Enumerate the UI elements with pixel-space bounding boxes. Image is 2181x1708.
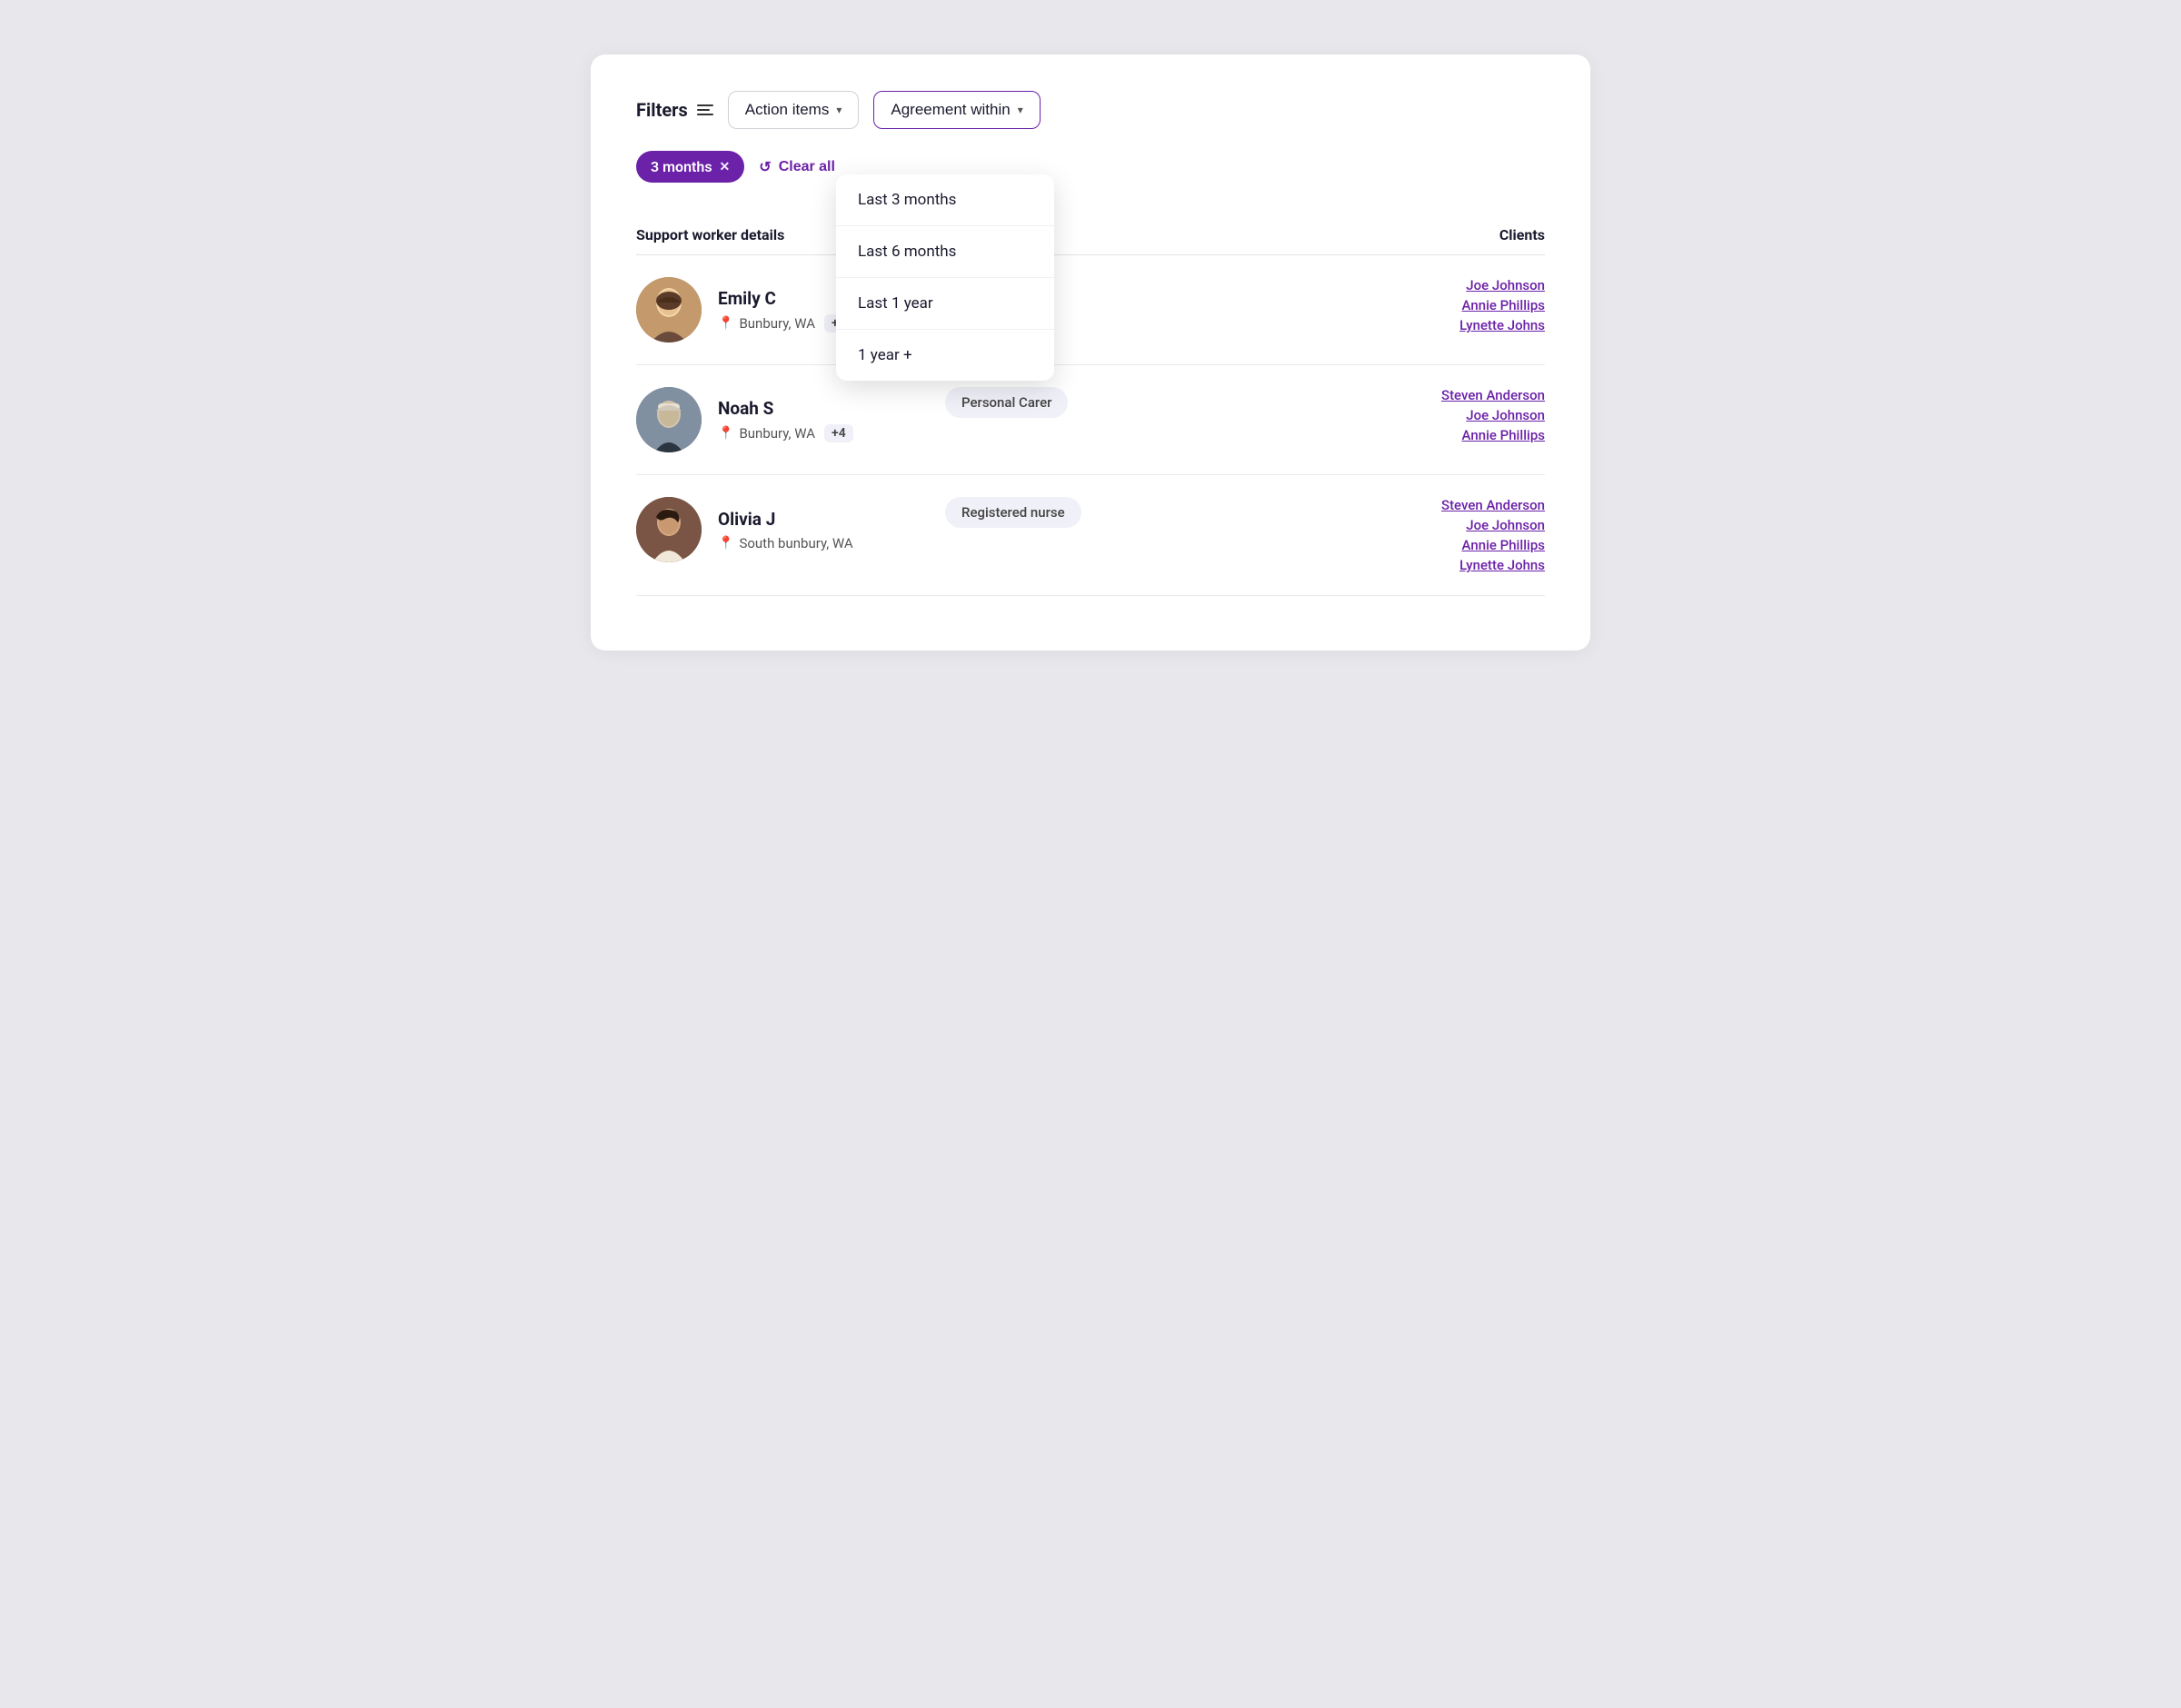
client-link[interactable]: Lynette Johns [1459, 317, 1545, 333]
role-col: Registered nurse [945, 497, 1345, 528]
action-items-label: Action items [745, 101, 830, 119]
worker-info: Olivia J 📍 South bunbury, WA [636, 497, 945, 562]
tag-label: 3 months [651, 158, 712, 175]
client-link[interactable]: Annie Phillips [1462, 427, 1545, 443]
dropdown-item-1yearplus[interactable]: 1 year + [836, 330, 1054, 381]
location-text: Bunbury, WA [739, 315, 815, 332]
agreement-within-dropdown-menu: Last 3 months Last 6 months Last 1 year … [836, 174, 1054, 381]
avatar [636, 387, 702, 452]
worker-name: Noah S [718, 398, 853, 419]
client-link[interactable]: Joe Johnson [1466, 517, 1545, 533]
client-link[interactable]: Joe Johnson [1466, 277, 1545, 293]
agreement-within-dropdown[interactable]: Agreement within ▾ [873, 91, 1040, 129]
table-row: Noah S 📍 Bunbury, WA +4 Personal Carer S… [636, 365, 1545, 475]
clients-col: Joe Johnson Annie Phillips Lynette Johns [1345, 277, 1545, 333]
location-row: 📍 South bunbury, WA [718, 535, 853, 551]
dropdown-item-1year[interactable]: Last 1 year [836, 278, 1054, 330]
client-link[interactable]: Lynette Johns [1459, 557, 1545, 573]
filters-icon [697, 104, 713, 115]
worker-name-location: Olivia J 📍 South bunbury, WA [718, 509, 853, 551]
tags-row: 3 months ✕ ↺ Clear all [636, 151, 1545, 183]
role-col: Personal Carer [945, 387, 1345, 418]
clients-col: Steven Anderson Joe Johnson Annie Philli… [1345, 497, 1545, 573]
client-link[interactable]: Steven Anderson [1441, 387, 1545, 403]
worker-name-location: Noah S 📍 Bunbury, WA +4 [718, 398, 853, 442]
location-row: 📍 Bunbury, WA +1 [718, 314, 853, 333]
table-header: Support worker details Clients [636, 215, 1545, 255]
dropdown-item-3months[interactable]: Last 3 months [836, 174, 1054, 226]
close-icon[interactable]: ✕ [720, 160, 731, 174]
tag-3months[interactable]: 3 months ✕ [636, 151, 744, 183]
client-link[interactable]: Annie Phillips [1462, 297, 1545, 313]
agreement-within-label: Agreement within [891, 101, 1010, 119]
chevron-down-icon: ▾ [1018, 104, 1023, 116]
dropdown-item-6months[interactable]: Last 6 months [836, 226, 1054, 278]
location-icon: 📍 [718, 316, 733, 331]
clear-all-button[interactable]: ↺ Clear all [759, 158, 835, 176]
action-items-dropdown[interactable]: Action items ▾ [728, 91, 860, 129]
worker-name: Olivia J [718, 509, 853, 530]
undo-icon: ↺ [759, 158, 771, 176]
col-clients-header: Clients [1345, 226, 1545, 243]
role-badge: Personal Carer [945, 387, 1068, 418]
main-card: Filters Action items ▾ Agreement within … [591, 55, 1590, 650]
clear-all-label: Clear all [779, 159, 835, 175]
location-text: Bunbury, WA [739, 425, 815, 442]
location-icon: 📍 [718, 536, 733, 551]
filters-text: Filters [636, 99, 688, 121]
worker-info: Noah S 📍 Bunbury, WA +4 [636, 387, 945, 452]
plus-badge: +4 [824, 424, 853, 442]
client-link[interactable]: Steven Anderson [1441, 497, 1545, 513]
location-icon: 📍 [718, 426, 733, 441]
role-badge: Registered nurse [945, 497, 1081, 528]
client-link[interactable]: Annie Phillips [1462, 537, 1545, 553]
location-text: South bunbury, WA [739, 535, 852, 551]
clients-col: Steven Anderson Joe Johnson Annie Philli… [1345, 387, 1545, 443]
avatar [636, 497, 702, 562]
table-row: Olivia J 📍 South bunbury, WA Registered … [636, 475, 1545, 596]
location-row: 📍 Bunbury, WA +4 [718, 424, 853, 442]
avatar [636, 277, 702, 343]
worker-name-location: Emily C 📍 Bunbury, WA +1 [718, 288, 853, 333]
chevron-down-icon: ▾ [836, 104, 842, 116]
filters-row: Filters Action items ▾ Agreement within … [636, 91, 1545, 129]
table-row: Emily C 📍 Bunbury, WA +1 Professional Jo… [636, 255, 1545, 365]
filters-label: Filters [636, 99, 713, 121]
client-link[interactable]: Joe Johnson [1466, 407, 1545, 423]
worker-name: Emily C [718, 288, 853, 309]
